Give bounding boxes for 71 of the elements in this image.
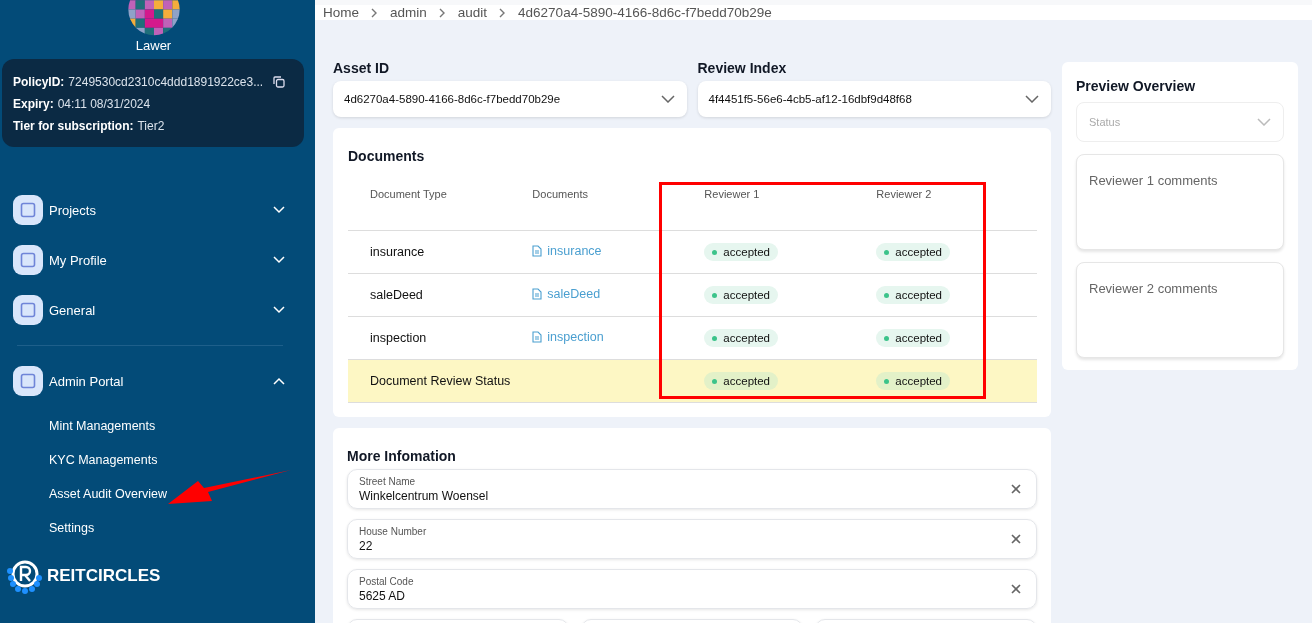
copy-icon[interactable]	[273, 76, 286, 88]
status-badge: accepted	[876, 286, 951, 304]
column-header: Documents	[532, 188, 588, 200]
status-badge: accepted	[876, 372, 951, 390]
field-label: Asset ID	[333, 60, 391, 76]
status-badge: accepted	[704, 243, 779, 261]
comment-field[interactable]: Reviewer 1 comments	[1076, 154, 1284, 250]
select-field[interactable]: 4f4451f5-56e6-4cb5-af12-16dbf9d48f68	[697, 81, 1051, 117]
chevron-right-icon	[499, 7, 507, 18]
status-badge: accepted	[876, 243, 951, 261]
policy-value: 7249530cd2310c4ddd1891922ce3...	[68, 75, 264, 89]
chevron-down-icon	[1025, 95, 1039, 103]
column-header: Reviewer 2	[876, 188, 932, 200]
policy-label: Tier for subscription:	[13, 119, 134, 133]
field-label: Postal Code	[359, 575, 414, 587]
chevron-down-icon	[1257, 118, 1271, 126]
status-badge: accepted	[704, 372, 779, 390]
logo-icon	[7, 558, 43, 594]
chevron-icon	[273, 306, 285, 314]
comment-field[interactable]: Reviewer 2 comments	[1076, 262, 1284, 358]
document-icon	[532, 245, 543, 257]
policy-label: PolicyID:	[13, 75, 65, 89]
input-field[interactable]: Postal Code 5625 AD	[347, 569, 1037, 609]
close-icon[interactable]	[1011, 534, 1021, 544]
close-icon[interactable]	[1011, 484, 1021, 494]
input-field[interactable]: Street Name Winkelcentrum Woensel	[347, 469, 1037, 509]
square-icon	[13, 295, 43, 325]
document-type: Document Review Status	[370, 374, 511, 388]
chevron-icon	[273, 377, 285, 385]
document-icon	[532, 331, 543, 343]
field-label: House Number	[359, 525, 427, 537]
document-icon	[532, 288, 543, 300]
card-title: More Infomation	[347, 448, 457, 464]
status-badge: accepted	[704, 329, 779, 347]
square-icon	[13, 195, 43, 225]
nav-item[interactable]: General	[13, 295, 287, 325]
close-icon[interactable]	[1011, 584, 1021, 594]
field-label: Review Index	[697, 60, 788, 76]
breadcrumb-link[interactable]: Home	[323, 5, 359, 20]
document-type: insurance	[370, 245, 425, 259]
policy-value: Tier2	[137, 119, 165, 133]
card-title: Preview Overview	[1076, 78, 1197, 94]
square-icon	[13, 366, 43, 396]
select-field[interactable]: 4d6270a4-5890-4166-8d6c-f7bedd70b29e	[333, 81, 687, 117]
nav-item[interactable]: Admin Portal	[13, 366, 287, 396]
column-header: Document Type	[370, 188, 447, 200]
column-header: Reviewer 1	[704, 188, 760, 200]
field-value: 22	[359, 538, 374, 553]
card-title: Documents	[348, 148, 426, 164]
status-badge: accepted	[876, 329, 951, 347]
chevron-icon	[273, 206, 285, 214]
input-field[interactable]: House Number 22	[347, 519, 1037, 559]
field-label: Street Name	[359, 475, 417, 487]
policy-value: 04:11 08/31/2024	[57, 97, 151, 111]
chevron-right-icon	[371, 7, 378, 18]
document-type: saleDeed	[370, 288, 423, 302]
field-value: 5625 AD	[359, 588, 407, 603]
breadcrumb-link[interactable]: audit	[457, 5, 488, 20]
chevron-down-icon	[660, 95, 675, 103]
nav-item[interactable]: My Profile	[13, 245, 287, 275]
document-type: inspection	[370, 331, 427, 345]
square-icon	[13, 245, 43, 275]
status-badge: accepted	[704, 286, 779, 304]
nav-item[interactable]: Projects	[13, 195, 287, 225]
policy-label: Expiry:	[13, 97, 54, 111]
field-value: Winkelcentrum Woensel	[359, 488, 489, 503]
brand-name: REITCIRCLES	[47, 566, 161, 586]
user-name: Lawer	[135, 38, 172, 53]
chevron-icon	[273, 256, 285, 264]
breadcrumb-link[interactable]: admin	[390, 5, 427, 20]
chevron-right-icon	[438, 7, 446, 18]
